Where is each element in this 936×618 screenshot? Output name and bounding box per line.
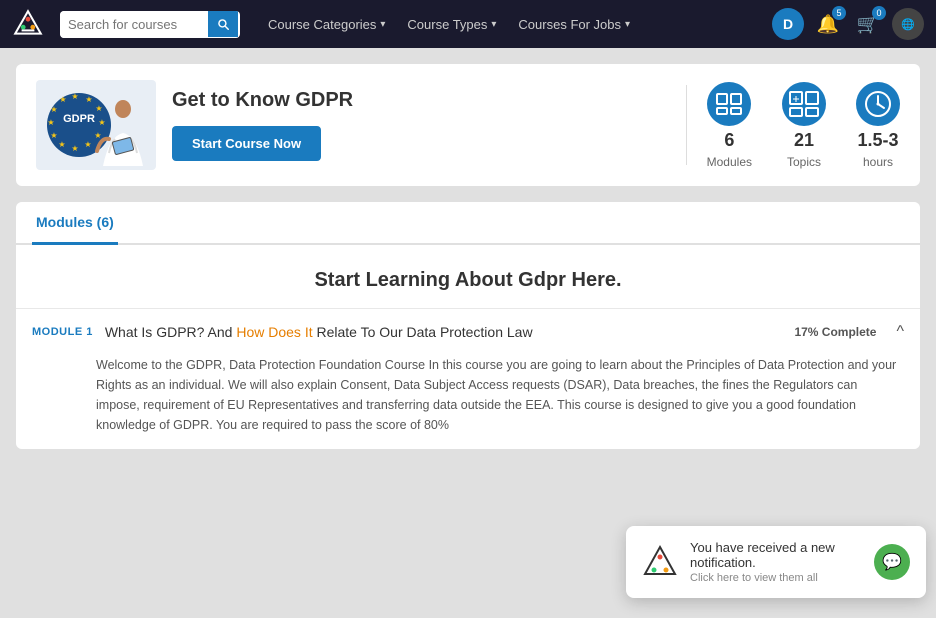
course-title: Get to Know GDPR (172, 89, 666, 112)
chevron-down-icon: ▾ (491, 19, 496, 30)
user-avatar[interactable]: D (772, 8, 804, 40)
tab-modules[interactable]: Modules (6) (32, 202, 118, 245)
module-progress: 17% Complete (794, 325, 876, 339)
stat-modules: 6 Modules (707, 82, 752, 169)
logo[interactable] (12, 8, 44, 40)
notification-text: You have received a new notification. Cl… (690, 540, 862, 584)
svg-text:GDPR: GDPR (63, 113, 95, 125)
svg-text:★: ★ (84, 140, 91, 149)
course-left: ★ ★ ★ ★ ★ ★ ★ ★ ★ ★ ★ ★ GDPR (36, 80, 666, 170)
modules-section-header: Start Learning About Gdpr Here. (16, 245, 920, 308)
module-title: What Is GDPR? And How Does It Relate To … (105, 324, 783, 340)
chat-icon: 💬 (882, 552, 902, 572)
notification-badge: 5 (832, 6, 846, 20)
course-image: ★ ★ ★ ★ ★ ★ ★ ★ ★ ★ ★ ★ GDPR (36, 80, 156, 170)
stat-topics: 21 Topics (782, 82, 826, 169)
svg-text:★: ★ (71, 144, 78, 153)
svg-text:★: ★ (50, 105, 57, 114)
search-container (60, 11, 240, 38)
svg-text:★: ★ (50, 131, 57, 140)
topics-count: 21 (794, 130, 814, 151)
notifications-button[interactable]: 🔔 5 (812, 8, 844, 40)
nav-course-types[interactable]: Course Types ▾ (397, 11, 506, 38)
chevron-down-icon: ▾ (380, 19, 385, 30)
svg-text:★: ★ (85, 95, 92, 104)
module-item: MODULE 1 What Is GDPR? And How Does It R… (16, 308, 920, 449)
course-card: ★ ★ ★ ★ ★ ★ ★ ★ ★ ★ ★ ★ GDPR (16, 64, 920, 186)
svg-text:★: ★ (94, 131, 101, 140)
hours-label: hours (863, 155, 893, 169)
nav-course-categories[interactable]: Course Categories ▾ (258, 11, 395, 38)
svg-text:★: ★ (59, 95, 66, 104)
chevron-down-icon: ▾ (625, 19, 630, 30)
module-header: MODULE 1 What Is GDPR? And How Does It R… (16, 309, 920, 355)
svg-text:★: ★ (47, 118, 54, 127)
modules-tabs: Modules (6) (16, 202, 920, 245)
svg-text:★: ★ (98, 118, 105, 127)
stat-hours: 1.5-3 hours (856, 82, 900, 169)
course-info: Get to Know GDPR Start Course Now (172, 89, 666, 161)
navbar: Course Categories ▾ Course Types ▾ Cours… (0, 0, 936, 48)
clock-icon (856, 82, 900, 126)
alison-logo-icon (12, 8, 44, 40)
gdpr-course-image: ★ ★ ★ ★ ★ ★ ★ ★ ★ ★ ★ ★ GDPR (41, 81, 151, 169)
modules-label: Modules (707, 155, 752, 169)
topics-label: Topics (787, 155, 821, 169)
hours-count: 1.5-3 (857, 130, 898, 151)
search-input[interactable] (60, 11, 208, 38)
cart-button[interactable]: 🛒 0 (852, 8, 884, 40)
chevron-up-icon[interactable]: ^ (896, 323, 904, 341)
modules-icon (707, 82, 751, 126)
navbar-right: D 🔔 5 🛒 0 🌐 (772, 8, 924, 40)
language-button[interactable]: 🌐 (892, 8, 924, 40)
modules-section: Modules (6) Start Learning About Gdpr He… (16, 202, 920, 449)
svg-text:★: ★ (71, 92, 78, 101)
stats-divider (686, 85, 687, 165)
notification-subtitle: Click here to view them all (690, 572, 862, 584)
modules-count: 6 (724, 130, 734, 151)
notification-popup: You have received a new notification. Cl… (626, 526, 926, 598)
search-button[interactable] (208, 11, 238, 37)
svg-text:★: ★ (95, 104, 102, 113)
module-description: Welcome to the GDPR, Data Protection Fou… (16, 355, 920, 449)
highlight-text: How Does It (236, 324, 312, 340)
start-course-button[interactable]: Start Course Now (172, 126, 321, 161)
svg-text:★: ★ (58, 140, 65, 149)
alison-notif-logo (642, 544, 678, 580)
search-icon (216, 17, 230, 31)
nav-links: Course Categories ▾ Course Types ▾ Cours… (258, 11, 640, 38)
module-label: MODULE 1 (32, 326, 93, 338)
course-stats: 6 Modules 21 Topics (707, 82, 900, 169)
cart-badge: 0 (872, 6, 886, 20)
notification-title: You have received a new notification. (690, 540, 862, 570)
globe-icon: 🌐 (901, 18, 915, 31)
nav-courses-for-jobs[interactable]: Courses For Jobs ▾ (508, 11, 640, 38)
chat-button[interactable]: 💬 (874, 544, 910, 580)
topics-icon (782, 82, 826, 126)
